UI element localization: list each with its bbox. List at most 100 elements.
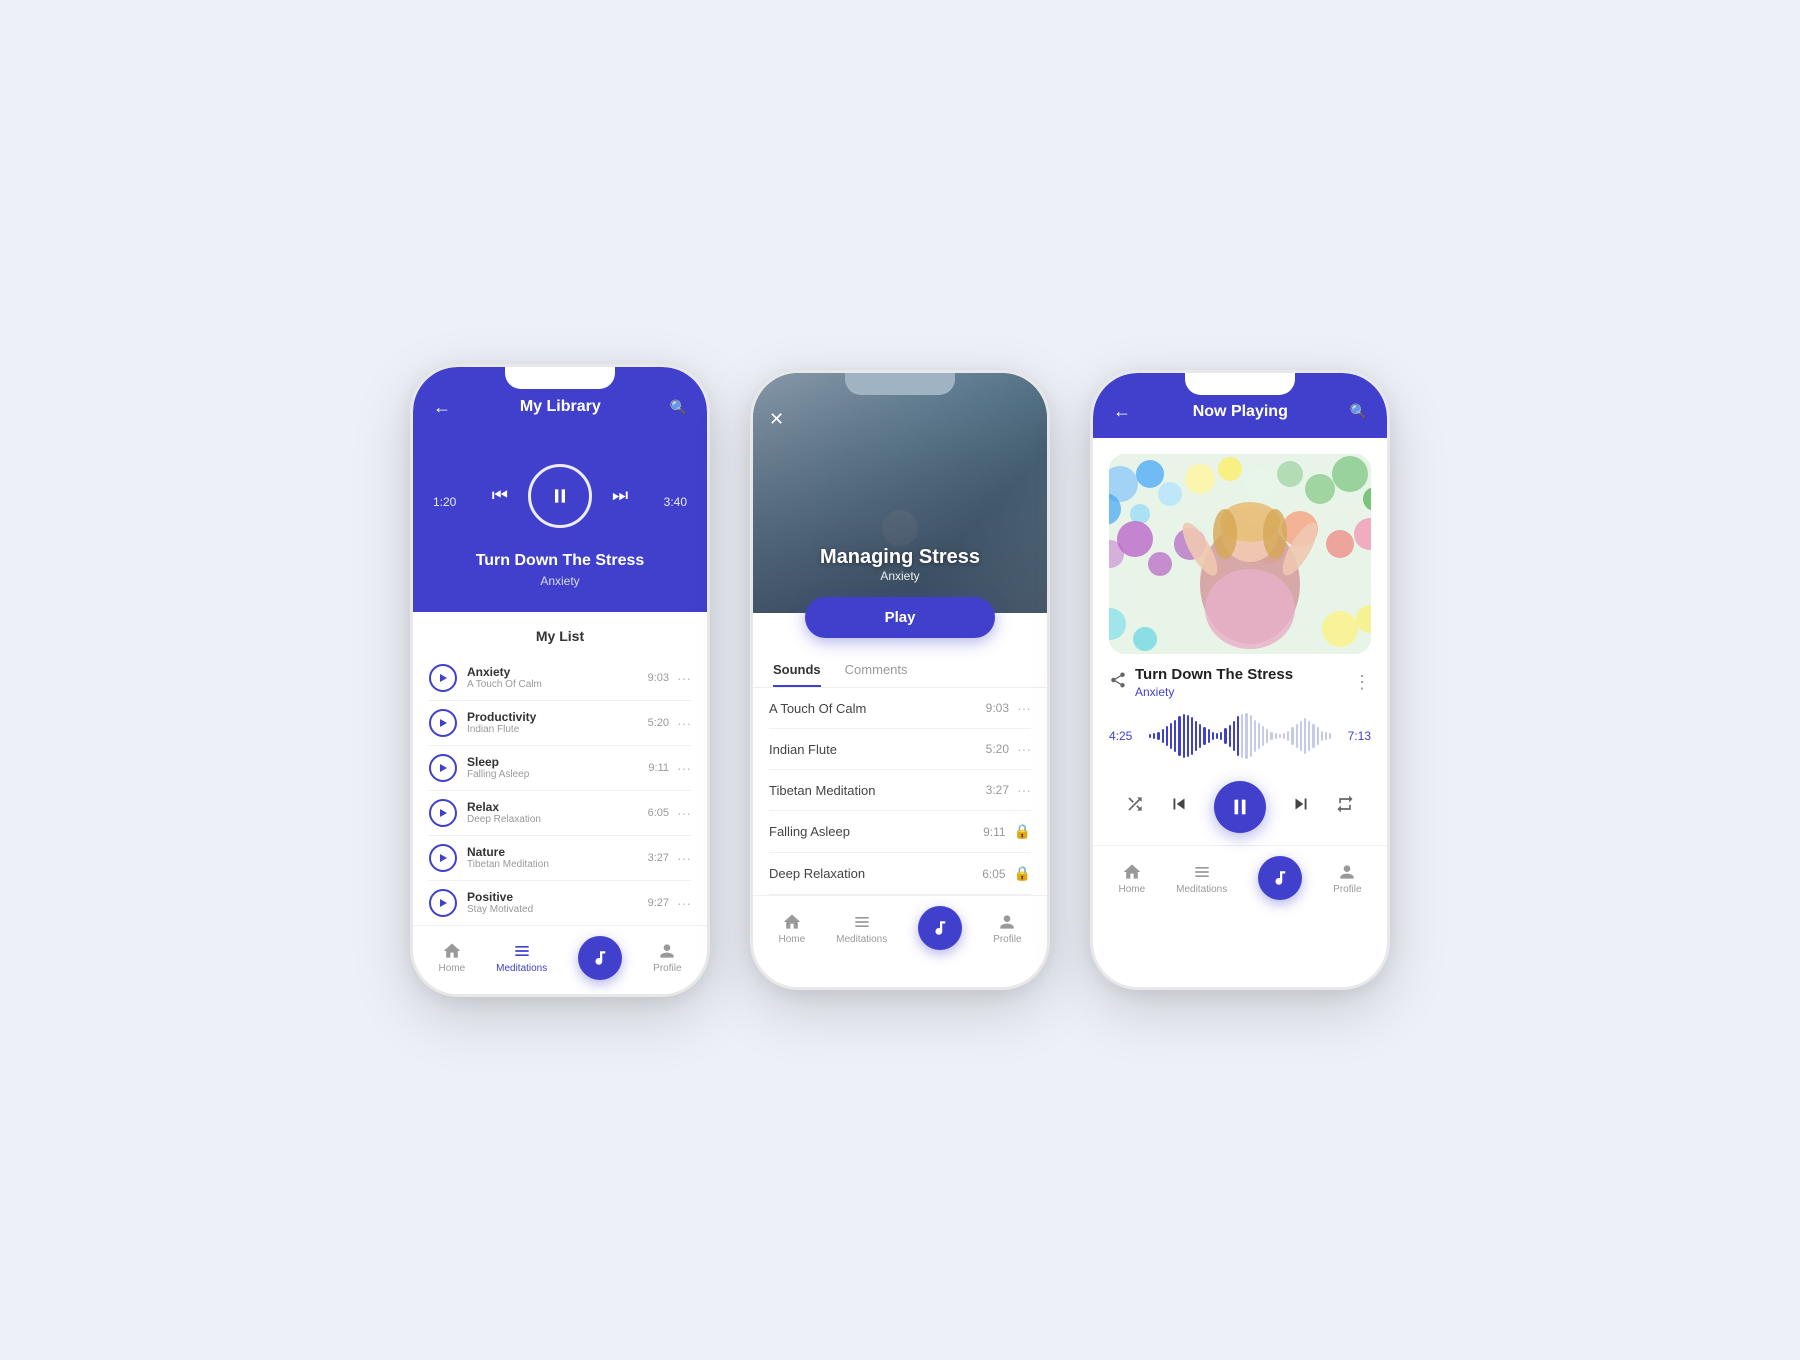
waveform-bar [1212,732,1214,741]
list-item-more[interactable]: ··· [677,760,691,776]
waveform-bar [1325,732,1327,740]
sound-name: Indian Flute [769,742,986,757]
sound-item[interactable]: Deep Relaxation 6:05 🔒 [769,853,1031,895]
list-item[interactable]: Productivity Indian Flute 5:20 ··· [429,701,691,746]
player-track-sub: Anxiety [433,574,687,588]
phone1-notch [505,367,615,389]
phone3-next-button[interactable] [1290,793,1312,821]
sound-name: Falling Asleep [769,824,983,839]
player-track-name: Turn Down The Stress [433,552,687,570]
waveform-bar [1312,724,1314,748]
waveform-bar [1321,731,1323,742]
list-item-more[interactable]: ··· [677,805,691,821]
list-item-sub: Tibetan Meditation [467,859,648,870]
sound-item[interactable]: Tibetan Meditation 3:27 ··· [769,770,1031,811]
list-item-play-btn[interactable] [429,889,457,917]
nav3-home[interactable]: Home [1118,862,1145,895]
nav2-play-center[interactable] [918,906,962,950]
waveform-bar [1291,727,1293,745]
phone3-controls [1093,773,1387,845]
list-item-time: 9:11 [648,762,669,774]
waveform-bar [1191,717,1193,754]
phone1-search-icon[interactable]: 🔍 [670,399,687,416]
more-options-button[interactable]: ⋮ [1353,672,1371,693]
nav-home[interactable]: Home [438,941,465,974]
lock-icon: 🔒 [1014,823,1031,840]
list-item-info: Sleep Falling Asleep [467,755,648,780]
list-item-more[interactable]: ··· [677,850,691,866]
nav3-meditations[interactable]: Meditations [1176,862,1227,895]
waveform[interactable] [1149,711,1331,761]
waveform-bar [1178,716,1180,755]
nav-profile[interactable]: Profile [653,941,681,974]
nav2-meditations[interactable]: Meditations [836,912,887,945]
waveform-bar [1317,727,1319,745]
nav3-profile[interactable]: Profile [1333,862,1361,895]
list-item-info: Anxiety A Touch Of Calm [467,665,648,690]
phone-now-playing: ← Now Playing 🔍 [1090,370,1390,990]
phone3-prev-button[interactable] [1168,793,1190,821]
list-item-sub: Stay Motivated [467,904,648,915]
list-item-play-btn[interactable] [429,844,457,872]
prev-button[interactable]: ⏮ [492,485,508,506]
phone3-pause-button[interactable] [1214,781,1266,833]
phone3-back-icon[interactable]: ← [1113,401,1131,422]
sound-item[interactable]: Falling Asleep 9:11 🔒 [769,811,1031,853]
list-item-play-btn[interactable] [429,754,457,782]
nav-meditations[interactable]: Meditations [496,941,547,974]
phone1-back-icon[interactable]: ← [433,397,451,418]
waveform-bar [1174,720,1176,753]
waveform-bar [1187,715,1189,757]
phone3-track-sub: Anxiety [1135,685,1345,699]
more-icon[interactable]: ··· [1017,700,1031,716]
phone2-play-button[interactable]: Play [805,597,996,638]
list-item-more[interactable]: ··· [677,715,691,731]
phone3-track-row: Turn Down The Stress Anxiety ⋮ [1093,654,1387,699]
waveform-time-total: 7:13 [1339,729,1371,743]
lock-icon: 🔒 [1014,865,1031,882]
nav2-home[interactable]: Home [778,912,805,945]
nav2-profile[interactable]: Profile [993,912,1021,945]
list-item-sub: Deep Relaxation [467,814,648,825]
phone2-close-button[interactable]: ✕ [769,409,784,430]
list-item[interactable]: Nature Tibetan Meditation 3:27 ··· [429,836,691,881]
shuffle-button[interactable] [1125,794,1145,820]
nav-play-center[interactable] [578,936,622,980]
list-item-info: Relax Deep Relaxation [467,800,648,825]
waveform-bar [1250,715,1252,757]
list-item-more[interactable]: ··· [677,670,691,686]
more-icon[interactable]: ··· [1017,782,1031,798]
list-item-time: 3:27 [648,852,669,864]
tab-comments[interactable]: Comments [845,654,908,687]
list-item-play-btn[interactable] [429,799,457,827]
more-icon[interactable]: ··· [1017,741,1031,757]
repeat-button[interactable] [1335,794,1355,820]
list-item[interactable]: Anxiety A Touch Of Calm 9:03 ··· [429,656,691,701]
player-time-total: 3:40 [664,495,687,509]
list-item-info: Nature Tibetan Meditation [467,845,648,870]
sound-time: 9:11 [983,825,1005,839]
waveform-bar [1254,720,1256,753]
tab-sounds[interactable]: Sounds [773,654,821,687]
waveform-bar [1195,721,1197,752]
waveform-bar [1220,732,1222,741]
waveform-bar [1199,724,1201,748]
next-button[interactable]: ⏭ [612,485,628,506]
waveform-bar [1224,728,1226,743]
waveform-bar [1296,724,1298,748]
share-button[interactable] [1109,671,1127,694]
list-item-play-btn[interactable] [429,709,457,737]
list-item[interactable]: Relax Deep Relaxation 6:05 ··· [429,791,691,836]
sound-item[interactable]: Indian Flute 5:20 ··· [769,729,1031,770]
phone3-search-icon[interactable]: 🔍 [1350,403,1367,420]
list-item-more[interactable]: ··· [677,895,691,911]
sound-time: 9:03 [986,701,1009,715]
list-item-info: Positive Stay Motivated [467,890,648,915]
sound-time: 5:20 [986,742,1009,756]
nav3-play-center[interactable] [1258,856,1302,900]
list-item[interactable]: Sleep Falling Asleep 9:11 ··· [429,746,691,791]
list-item-play-btn[interactable] [429,664,457,692]
list-item[interactable]: Positive Stay Motivated 9:27 ··· [429,881,691,925]
pause-button[interactable] [528,464,592,528]
sound-item[interactable]: A Touch Of Calm 9:03 ··· [769,688,1031,729]
